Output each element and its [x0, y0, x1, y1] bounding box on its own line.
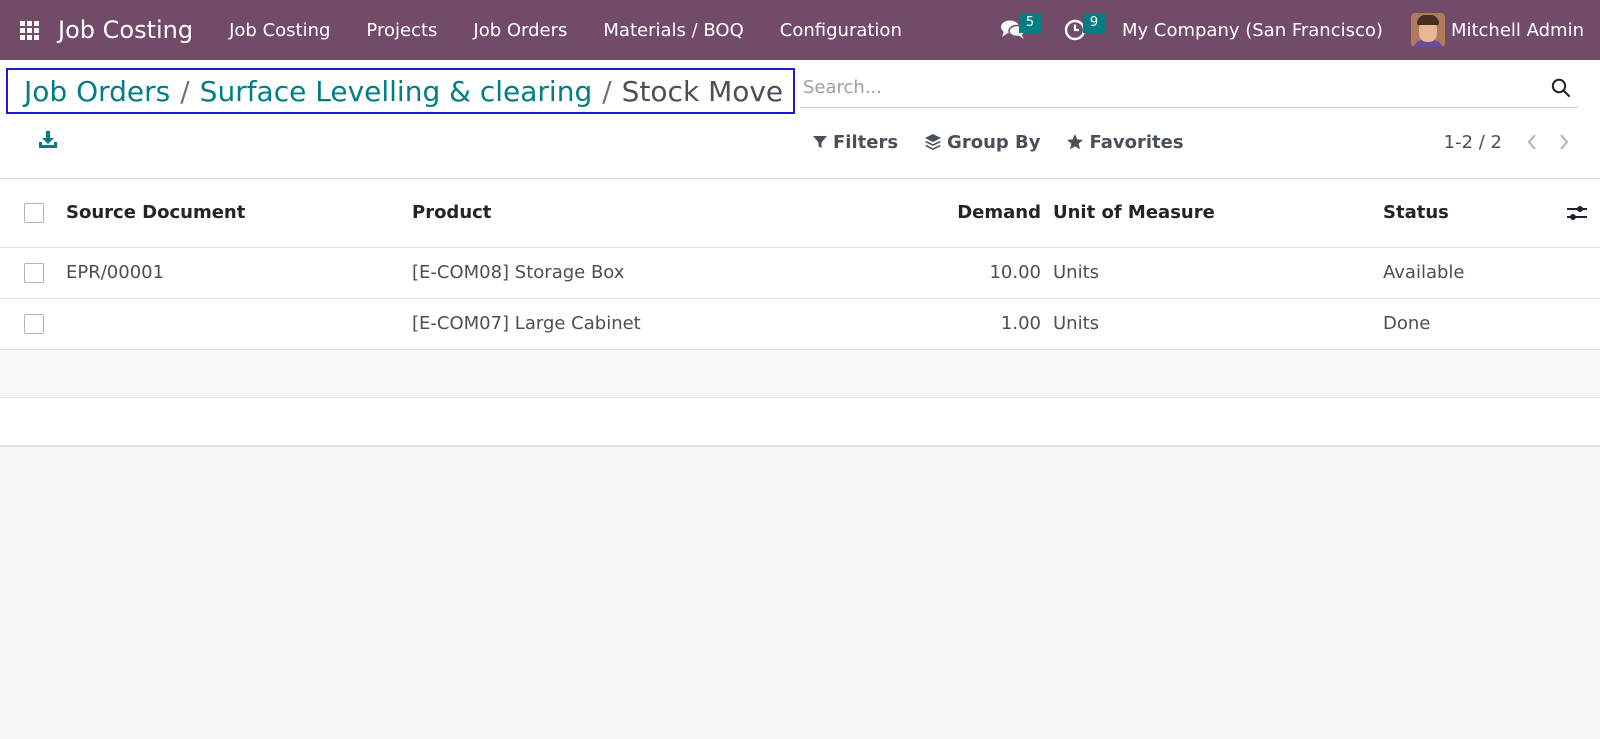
chevron-right-icon — [1560, 134, 1569, 150]
column-header-demand[interactable]: Demand — [824, 179, 1047, 247]
breadcrumb-separator: / — [180, 74, 190, 108]
chevron-left-icon — [1527, 134, 1536, 150]
user-menu[interactable]: Mitchell Admin — [1397, 13, 1600, 47]
pager-previous-button[interactable] — [1516, 126, 1548, 158]
user-name: Mitchell Admin — [1450, 19, 1584, 41]
breadcrumb-job-order-record[interactable]: Surface Levelling & clearing — [200, 75, 593, 108]
control-panel: Job Orders / Surface Levelling & clearin… — [0, 60, 1600, 179]
cell-status[interactable]: Done — [1377, 298, 1540, 349]
row-select-cell — [0, 247, 60, 298]
cell-unit-of-measure[interactable]: Units — [1047, 298, 1377, 349]
cell-status[interactable]: Available — [1377, 247, 1540, 298]
optional-columns-cell — [1540, 179, 1600, 247]
select-all-checkbox[interactable] — [24, 203, 44, 224]
stock-move-table: Source Document Product Demand Unit of M… — [0, 179, 1600, 446]
column-header-product[interactable]: Product — [406, 179, 824, 247]
breadcrumb: Job Orders / Surface Levelling & clearin… — [6, 68, 796, 114]
pager-value[interactable]: 1-2 / 2 — [1444, 132, 1502, 153]
column-header-unit-of-measure[interactable]: Unit of Measure — [1047, 179, 1377, 247]
cell-product[interactable]: [E-COM08] Storage Box — [406, 247, 824, 298]
search-input[interactable] — [800, 77, 1548, 98]
menu-item-job-orders[interactable]: Job Orders — [455, 20, 585, 41]
select-all-cell — [0, 179, 60, 247]
systray: 5 9 My Company (San Francisco) Mitchell … — [986, 0, 1600, 60]
cell-demand[interactable]: 1.00 — [824, 298, 1047, 349]
column-header-status[interactable]: Status — [1377, 179, 1540, 247]
table-row[interactable]: EPR/00001 [E-COM08] Storage Box 10.00 Un… — [0, 247, 1600, 298]
filters-label: Filters — [833, 131, 899, 153]
breadcrumb-separator: / — [602, 74, 612, 108]
row-select-cell — [0, 298, 60, 349]
search-bar — [800, 68, 1578, 108]
page-title: Stock Move — [621, 74, 784, 108]
company-switcher[interactable]: My Company (San Francisco) — [1108, 20, 1397, 41]
avatar — [1410, 13, 1445, 47]
group-by-button[interactable]: Group By — [924, 132, 1040, 153]
apps-grid-icon[interactable] — [0, 0, 58, 60]
cell-empty — [1540, 247, 1600, 298]
top-navbar: Job Costing Job Costing Projects Job Ord… — [0, 0, 1600, 60]
activities-count-badge: 9 — [1082, 13, 1105, 33]
group-by-label: Group By — [947, 131, 1041, 153]
row-checkbox[interactable] — [24, 263, 44, 283]
activities-button[interactable]: 9 — [1050, 0, 1105, 60]
messages-count-badge: 5 — [1018, 13, 1041, 33]
column-header-source-document[interactable]: Source Document — [60, 179, 406, 247]
cell-unit-of-measure[interactable]: Units — [1047, 247, 1377, 298]
sliders-icon[interactable] — [1546, 204, 1594, 222]
menu-item-projects[interactable]: Projects — [348, 20, 455, 41]
cell-source-document[interactable]: EPR/00001 — [60, 247, 406, 298]
star-icon — [1067, 134, 1084, 150]
menu-item-materials-boq[interactable]: Materials / BOQ — [585, 20, 761, 41]
cell-demand[interactable]: 10.00 — [824, 247, 1047, 298]
layers-icon — [925, 134, 942, 150]
empty-row — [0, 349, 1600, 397]
pager-next-button[interactable] — [1548, 126, 1580, 158]
menu-item-configuration[interactable]: Configuration — [762, 20, 920, 41]
row-checkbox[interactable] — [24, 314, 44, 334]
pager: 1-2 / 2 — [1444, 126, 1580, 158]
messages-button[interactable]: 5 — [986, 0, 1041, 60]
favorites-label: Favorites — [1089, 131, 1184, 153]
cell-source-document[interactable] — [60, 298, 406, 349]
search-panel-toggles: Filters Group By Favorites — [812, 126, 1210, 158]
breadcrumb-job-orders[interactable]: Job Orders — [24, 75, 170, 108]
list-view: Source Document Product Demand Unit of M… — [0, 179, 1600, 447]
empty-row — [0, 397, 1600, 445]
search-icon[interactable] — [1548, 75, 1574, 101]
filter-funnel-icon — [813, 136, 827, 148]
table-row[interactable]: [E-COM07] Large Cabinet 1.00 Units Done — [0, 298, 1600, 349]
table-header-row: Source Document Product Demand Unit of M… — [0, 179, 1600, 247]
cell-empty — [1540, 298, 1600, 349]
cell-product[interactable]: [E-COM07] Large Cabinet — [406, 298, 824, 349]
app-brand[interactable]: Job Costing — [58, 16, 193, 44]
menu-item-job-costing[interactable]: Job Costing — [211, 20, 348, 41]
download-icon[interactable] — [36, 128, 60, 152]
filters-button[interactable]: Filters — [812, 132, 898, 153]
favorites-button[interactable]: Favorites — [1066, 131, 1184, 153]
